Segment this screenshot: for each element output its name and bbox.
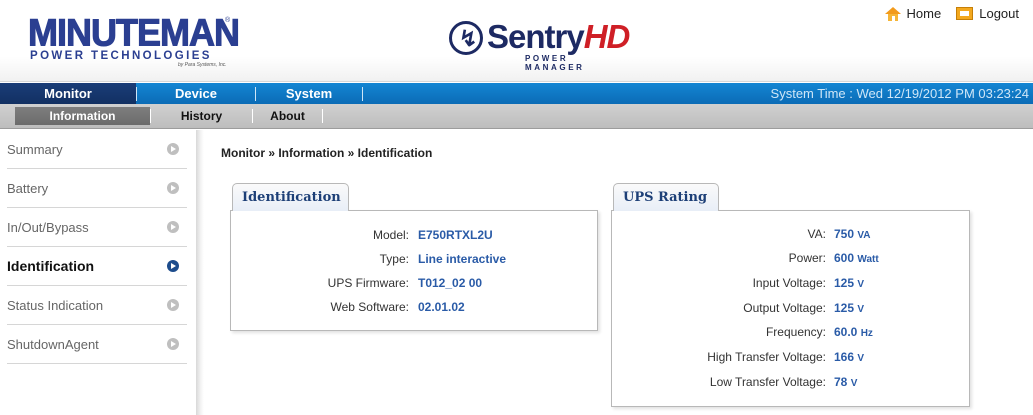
sidebar-shadow <box>196 130 204 415</box>
logout-link[interactable]: Logout <box>956 6 1019 21</box>
row-label: Input Voltage: <box>752 276 826 290</box>
home-link[interactable]: Home <box>884 6 942 21</box>
row-label: VA: <box>807 227 826 241</box>
row-label: Model: <box>372 228 409 242</box>
row-value: Line interactive <box>418 252 507 266</box>
row-label: UPS Firmware: <box>327 276 409 290</box>
sidebar-item-identification[interactable]: Identification <box>7 247 187 286</box>
arrow-right-icon <box>167 221 179 233</box>
home-icon <box>884 6 901 21</box>
nav-device[interactable]: Device <box>137 83 255 104</box>
minuteman-logo-tagline: by Para Systems, Inc. <box>178 62 227 68</box>
minuteman-logo-text: MINUTEMAN <box>28 10 241 54</box>
arrow-right-icon <box>167 182 179 194</box>
row-label: High Transfer Voltage: <box>707 350 826 364</box>
ups-rating-panel-title: UPS Rating <box>613 183 719 211</box>
row-label: Type: <box>379 252 409 266</box>
sidebar-item-battery[interactable]: Battery <box>7 169 187 208</box>
sidebar-item-in-out-bypass[interactable]: In/Out/Bypass <box>7 208 187 247</box>
ups-rating-row-input-voltage: Input Voltage: 125 V <box>612 273 969 293</box>
sidebar-item-summary[interactable]: Summary <box>7 130 187 169</box>
row-value: 750 VA <box>834 227 871 241</box>
nav-monitor[interactable]: Monitor <box>0 83 136 104</box>
ups-rating-box: VA: 750 VA Power: 600 Watt Input Voltage… <box>611 210 970 407</box>
sidebar-item-label: In/Out/Bypass <box>7 219 89 235</box>
identification-panel-title: Identification <box>232 183 349 211</box>
row-value: E750RTXL2U <box>418 228 493 242</box>
row-value: 125 V <box>834 301 865 315</box>
identification-row-web-software: Web Software: 02.01.02 <box>231 297 597 317</box>
identification-row-model: Model: E750RTXL2U <box>231 225 597 245</box>
nav-divider <box>362 86 363 101</box>
arrow-right-icon <box>167 260 179 272</box>
sentryhd-logo-text: SentryHD <box>487 18 630 55</box>
sidebar-item-label: Status Indication <box>7 297 104 313</box>
ups-rating-row-frequency: Frequency: 60.0 Hz <box>612 322 969 342</box>
home-link-label: Home <box>906 6 942 21</box>
tab-about[interactable]: About <box>253 107 322 125</box>
sub-nav: Information History About <box>0 104 1033 129</box>
sidebar-item-label: Battery <box>7 180 49 196</box>
ups-rating-panel: UPS Rating VA: 750 VA Power: 600 Watt In… <box>611 183 970 409</box>
subnav-divider <box>322 109 323 123</box>
tab-information[interactable]: Information <box>15 107 150 125</box>
breadcrumb: Monitor » Information » Identification <box>221 146 433 160</box>
main-nav: Monitor Device System System Time : Wed … <box>0 83 1033 104</box>
header: MINUTEMAN POWER TECHNOLOGIES by Para Sys… <box>0 0 1033 82</box>
logout-link-label: Logout <box>979 6 1019 21</box>
ups-rating-row-va: VA: 750 VA <box>612 224 969 244</box>
row-label: Power: <box>788 251 826 265</box>
arrow-right-icon <box>167 299 179 311</box>
logout-icon <box>956 7 974 20</box>
row-value: 166 V <box>834 350 865 364</box>
top-links: Home Logout <box>884 6 1019 21</box>
nav-system[interactable]: System <box>256 83 362 104</box>
sidebar-item-status-indication[interactable]: Status Indication <box>7 286 187 325</box>
system-time: System Time : Wed 12/19/2012 PM 03:23:24 <box>770 86 1029 101</box>
sentryhd-logo: ↯ SentryHD POWER MANAGER <box>449 17 630 72</box>
identification-box: Model: E750RTXL2U Type: Line interactive… <box>230 210 598 331</box>
sidebar-item-label: Summary <box>7 141 63 157</box>
identification-panel: Identification Model: E750RTXL2U Type: L… <box>230 183 598 333</box>
row-label: Frequency: <box>765 325 826 339</box>
sidebar-item-shutdownagent[interactable]: ShutdownAgent <box>7 325 187 364</box>
row-value: 60.0 Hz <box>834 325 873 339</box>
minuteman-logo: MINUTEMAN POWER TECHNOLOGIES by Para Sys… <box>28 10 241 68</box>
tab-history[interactable]: History <box>151 107 252 125</box>
row-value: 125 V <box>834 276 865 290</box>
arrow-right-icon <box>167 338 179 350</box>
sidebar-item-label: ShutdownAgent <box>7 336 99 352</box>
row-value: T012_02 00 <box>418 276 483 290</box>
row-value: 600 Watt <box>834 251 879 265</box>
row-value: 02.01.02 <box>418 300 465 314</box>
ups-rating-row-power: Power: 600 Watt <box>612 248 969 268</box>
row-label: Low Transfer Voltage: <box>709 375 826 389</box>
ups-rating-row-output-voltage: Output Voltage: 125 V <box>612 298 969 318</box>
row-label: Output Voltage: <box>743 301 826 315</box>
identification-row-type: Type: Line interactive <box>231 249 597 269</box>
ups-rating-row-low-transfer-voltage: Low Transfer Voltage: 78 V <box>612 372 969 392</box>
plug-icon: ↯ <box>449 21 483 55</box>
ups-rating-row-high-transfer-voltage: High Transfer Voltage: 166 V <box>612 347 969 367</box>
row-label: Web Software: <box>330 300 409 314</box>
sidebar: Summary Battery In/Out/Bypass Identifica… <box>0 130 196 415</box>
row-value: 78 V <box>834 375 858 389</box>
sidebar-item-label: Identification <box>7 258 95 274</box>
arrow-right-icon <box>167 143 179 155</box>
identification-row-firmware: UPS Firmware: T012_02 00 <box>231 273 597 293</box>
registered-mark: ® <box>225 17 231 24</box>
sentryhd-logo-subtitle: POWER MANAGER <box>525 54 585 72</box>
